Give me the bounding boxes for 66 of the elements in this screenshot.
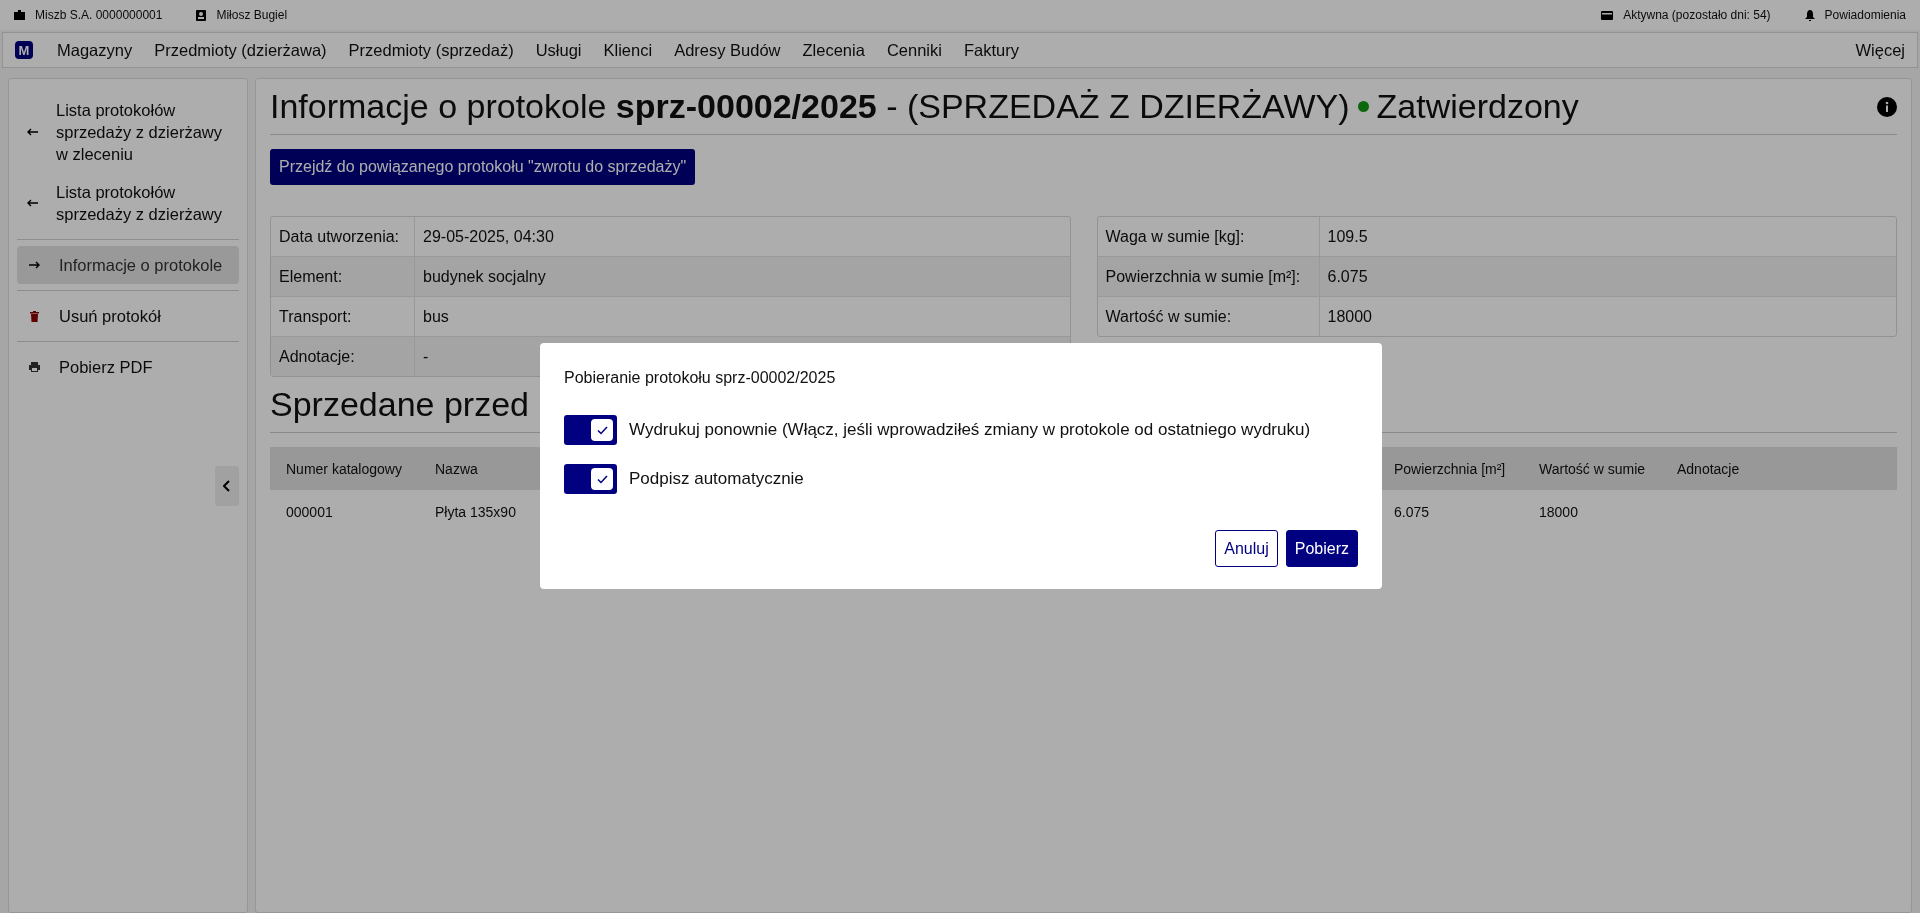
back-arrow-icon xyxy=(27,199,38,207)
sidebar-item[interactable]: Lista protokołów sprzedaży z dzierżawy xyxy=(17,173,239,233)
printer-icon xyxy=(28,362,40,372)
nav-item[interactable]: Zlecenia xyxy=(802,40,865,60)
detail-label: Element: xyxy=(271,257,415,296)
check-icon xyxy=(596,474,608,484)
user-name: Miłosz Bugiel xyxy=(216,8,288,22)
detail-value: budynek socjalny xyxy=(422,267,547,286)
detail-value: 18000 xyxy=(1326,307,1373,326)
back-arrow-icon xyxy=(27,128,38,136)
right-arrow-icon xyxy=(28,261,40,269)
user-card-icon xyxy=(196,9,207,21)
detail-label: Wartość w sumie: xyxy=(1097,297,1320,336)
detail-label: Powierzchnia w sumie [m²]: xyxy=(1097,257,1320,296)
toggle-switch[interactable] xyxy=(564,415,617,445)
nav-item[interactable]: Magazyny xyxy=(57,40,133,60)
sidebar-item[interactable]: Usuń protokół xyxy=(17,297,239,335)
bell-icon xyxy=(1804,9,1815,21)
detail-value: - xyxy=(422,347,430,366)
sidebar-item[interactable]: Informacje o protokole xyxy=(17,246,239,284)
table-cell-text: Płyta 135x90 xyxy=(435,503,517,520)
option-label: Podpisz automatycznie xyxy=(629,469,804,489)
column-header: Wartość w sumie xyxy=(1539,460,1647,477)
detail-value: 6.075 xyxy=(1326,267,1369,286)
section-heading: Sprzedane przed xyxy=(270,385,530,424)
nav-item[interactable]: Cenniki xyxy=(886,40,942,60)
chevron-left-icon xyxy=(223,480,231,492)
sidebar-item[interactable]: Lista protokołów sprzedaży z dzierżawy w zleceniu xyxy=(17,91,239,173)
app-logo[interactable]: M xyxy=(15,41,33,59)
nav-item[interactable]: Faktury xyxy=(963,40,1019,60)
option-label: Wydrukuj ponownie (Włącz, jeśli wprowadziłeś zmiany w protokole od ostatniego wydruku) xyxy=(629,420,1311,440)
notifications-link[interactable]: Powiadomienia xyxy=(1824,8,1906,22)
toggle-switch[interactable] xyxy=(564,464,617,494)
column-header: Adnotacje xyxy=(1677,460,1741,477)
nav-item[interactable]: Przedmioty (sprzedaż) xyxy=(348,40,514,60)
subscription-status: Aktywna (pozostało dni: 54) xyxy=(1623,8,1771,22)
column-header: Numer katalogowy xyxy=(286,460,403,477)
table-cell-text: 000001 xyxy=(286,503,334,520)
related-protocol-button[interactable]: Przejdź do powiązanego protokołu "zwrotu do sprzedaży" xyxy=(270,149,696,185)
status-dot xyxy=(1357,101,1369,112)
column-header: Nazwa xyxy=(435,460,479,477)
dialog-title: Pobieranie protokołu sprz-00002/2025 xyxy=(564,369,837,387)
page-title: Informacje o protokole sprz-00002/2025 - (SPRZEDAŻ Z DZIERŻAWY) xyxy=(270,87,1350,126)
nav-item[interactable]: Klienci xyxy=(603,40,653,60)
check-icon xyxy=(596,425,608,435)
info-icon[interactable] xyxy=(1877,96,1897,117)
table-cell-text: 6.075 xyxy=(1394,503,1431,520)
detail-value: 29-05-2025, 04:30 xyxy=(422,227,555,246)
company-name: Miszb S.A. 0000000001 xyxy=(35,8,163,22)
detail-value: 109.5 xyxy=(1326,227,1369,246)
sidebar-item[interactable]: Pobierz PDF xyxy=(17,348,239,386)
detail-value: bus xyxy=(422,307,450,326)
download-button[interactable]: Pobierz xyxy=(1285,530,1358,567)
more-menu[interactable]: Więcej xyxy=(1855,40,1905,60)
cancel-button[interactable]: Anuluj xyxy=(1215,530,1278,567)
nav-item[interactable]: Adresy Budów xyxy=(674,40,781,60)
status-label: Zatwierdzony xyxy=(1376,87,1579,126)
table-cell-text: 18000 xyxy=(1539,503,1579,520)
nav-item[interactable]: Usługi xyxy=(535,40,582,60)
column-header: Powierzchnia [m²] xyxy=(1394,460,1507,477)
collapse-sidebar-button[interactable] xyxy=(215,466,239,506)
detail-label: Adnotacje: xyxy=(271,337,415,376)
briefcase-icon xyxy=(14,10,25,20)
card-icon xyxy=(1601,10,1614,20)
trash-icon xyxy=(29,310,39,322)
nav-item[interactable]: Przedmioty (dzierżawa) xyxy=(154,40,327,60)
